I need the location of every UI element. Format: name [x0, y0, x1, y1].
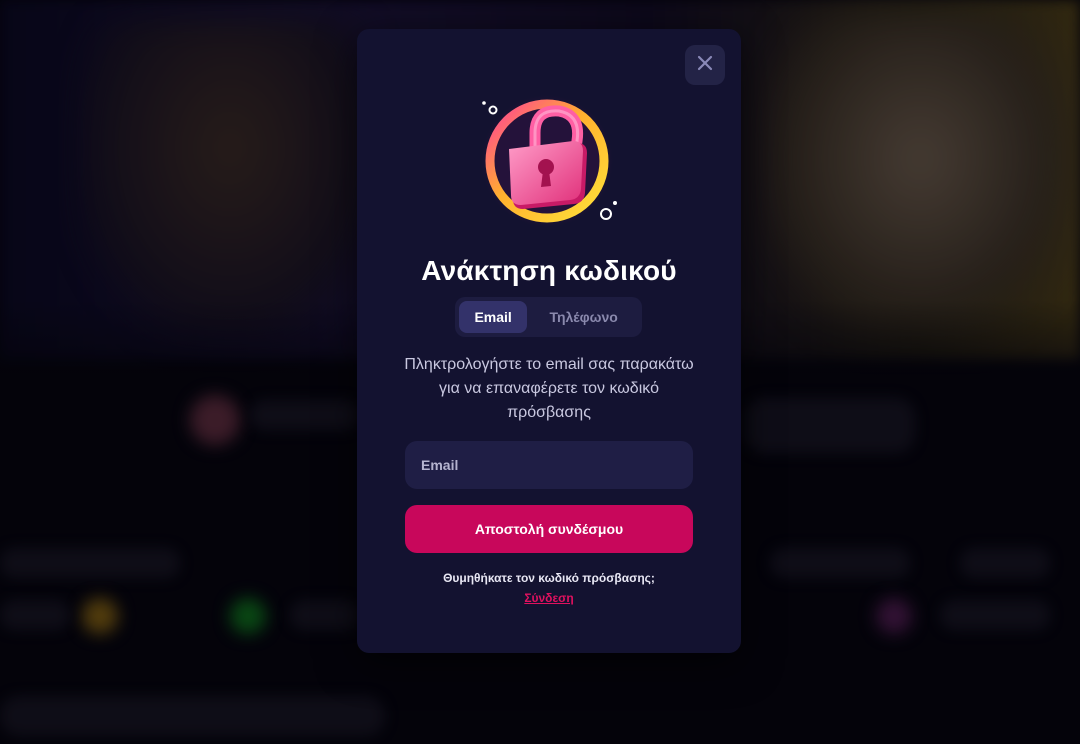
tab-email[interactable]: Email — [459, 301, 528, 333]
instruction-text: Πληκτρολογήστε το email σας παρακάτω για… — [404, 356, 694, 421]
login-link[interactable]: Σύνδεση — [357, 591, 741, 605]
modal-title: Ανάκτηση κωδικού — [421, 255, 677, 286]
recovery-method-tabs: Email Τηλέφωνο — [455, 297, 642, 337]
close-button[interactable] — [685, 45, 725, 85]
password-recovery-modal: Ανάκτηση κωδικού Email Τηλέφωνο Πληκτρολ… — [357, 29, 741, 653]
send-link-button[interactable]: Αποστολή συνδέσμου — [405, 505, 693, 553]
padlock-icon — [475, 93, 625, 233]
close-icon — [697, 55, 713, 76]
remember-password-text: Θυμηθήκατε τον κωδικό πρόσβασης; — [443, 571, 655, 585]
email-input[interactable] — [405, 441, 693, 489]
tab-phone[interactable]: Τηλέφωνο — [529, 301, 638, 333]
